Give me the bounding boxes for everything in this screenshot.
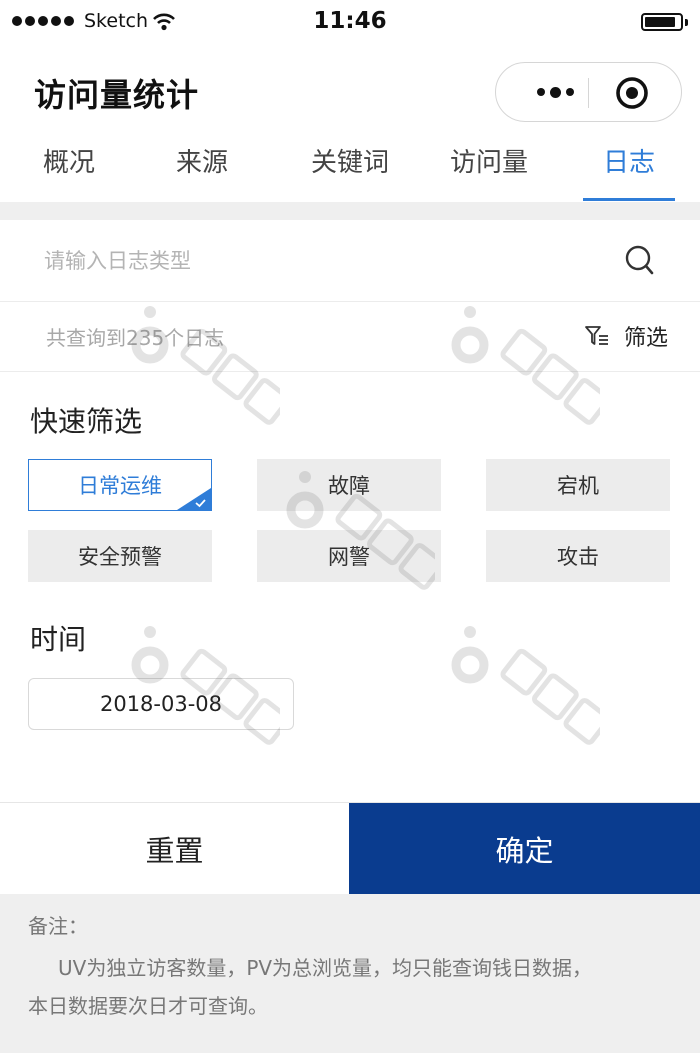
checkmark-corner-icon <box>177 488 211 510</box>
section-separator <box>0 202 700 220</box>
page-title: 访问量统计 <box>34 76 200 114</box>
action-bar: 重置 确定 <box>0 802 700 895</box>
status-time: 11:46 <box>313 8 387 34</box>
filter-chip-downtime[interactable]: 宕机 <box>486 459 670 511</box>
target-close-icon[interactable] <box>614 75 650 111</box>
filter-chip-daily-ops[interactable]: 日常运维 <box>28 459 212 511</box>
tab-bar: 概况 来源 关键词 访问量 日志 <box>0 132 700 202</box>
watermark-logo-icon <box>451 626 600 745</box>
result-count: 共查询到235个日志 <box>46 326 225 350</box>
quick-filter-title: 快速筛选 <box>30 405 143 438</box>
search-input[interactable] <box>44 240 604 282</box>
notes-text-line-1: UV为独立访客数量，PV为总浏览量，均只能查询钱日数据， <box>58 956 593 980</box>
tab-source[interactable]: 来源 <box>153 142 251 202</box>
battery-icon <box>641 13 688 31</box>
search-icon[interactable] <box>622 242 656 278</box>
notes-title: 备注： <box>28 914 88 938</box>
filter-icon <box>585 326 608 345</box>
notes-text-line-2: 本日数据要次日才可查询。 <box>28 994 268 1018</box>
reset-button[interactable]: 重置 <box>0 803 349 895</box>
filter-label: 筛选 <box>624 326 669 351</box>
tab-logs[interactable]: 日志 <box>580 142 678 202</box>
chip-label: 日常运维 <box>78 474 162 498</box>
active-tab-indicator <box>583 198 675 201</box>
filter-chip-security-alert[interactable]: 安全预警 <box>28 530 212 582</box>
screen: Sketch 11:46 访问量统计 概况 来源 关键词 访问量 日志 请输入日… <box>0 0 700 1053</box>
filter-button[interactable]: 筛选 <box>584 318 680 354</box>
tab-overview[interactable]: 概况 <box>20 142 118 202</box>
mini-program-capsule <box>495 62 682 122</box>
chip-label: 宕机 <box>557 474 599 498</box>
tab-keywords[interactable]: 关键词 <box>290 142 410 202</box>
status-bar: Sketch 11:46 <box>0 0 700 44</box>
time-filter-title: 时间 <box>30 623 87 656</box>
tab-visits[interactable]: 访问量 <box>430 142 548 202</box>
filter-chip-attack[interactable]: 攻击 <box>486 530 670 582</box>
ellipsis-icon[interactable] <box>520 63 590 121</box>
search-bar <box>0 220 700 302</box>
chip-label: 故障 <box>328 474 370 498</box>
chip-label: 网警 <box>328 545 370 569</box>
capsule-divider <box>588 78 589 108</box>
date-picker-field[interactable]: 2018-03-08 <box>28 678 294 730</box>
chip-label: 攻击 <box>557 545 599 569</box>
confirm-button[interactable]: 确定 <box>349 803 700 895</box>
chip-label: 安全预警 <box>78 545 162 569</box>
filter-chip-fault[interactable]: 故障 <box>257 459 441 511</box>
filter-chip-cyber-police[interactable]: 网警 <box>257 530 441 582</box>
notes-panel: 备注： UV为独立访客数量，PV为总浏览量，均只能查询钱日数据， 本日数据要次日… <box>0 894 700 1053</box>
result-info-row: 共查询到235个日志 筛选 <box>0 302 700 372</box>
